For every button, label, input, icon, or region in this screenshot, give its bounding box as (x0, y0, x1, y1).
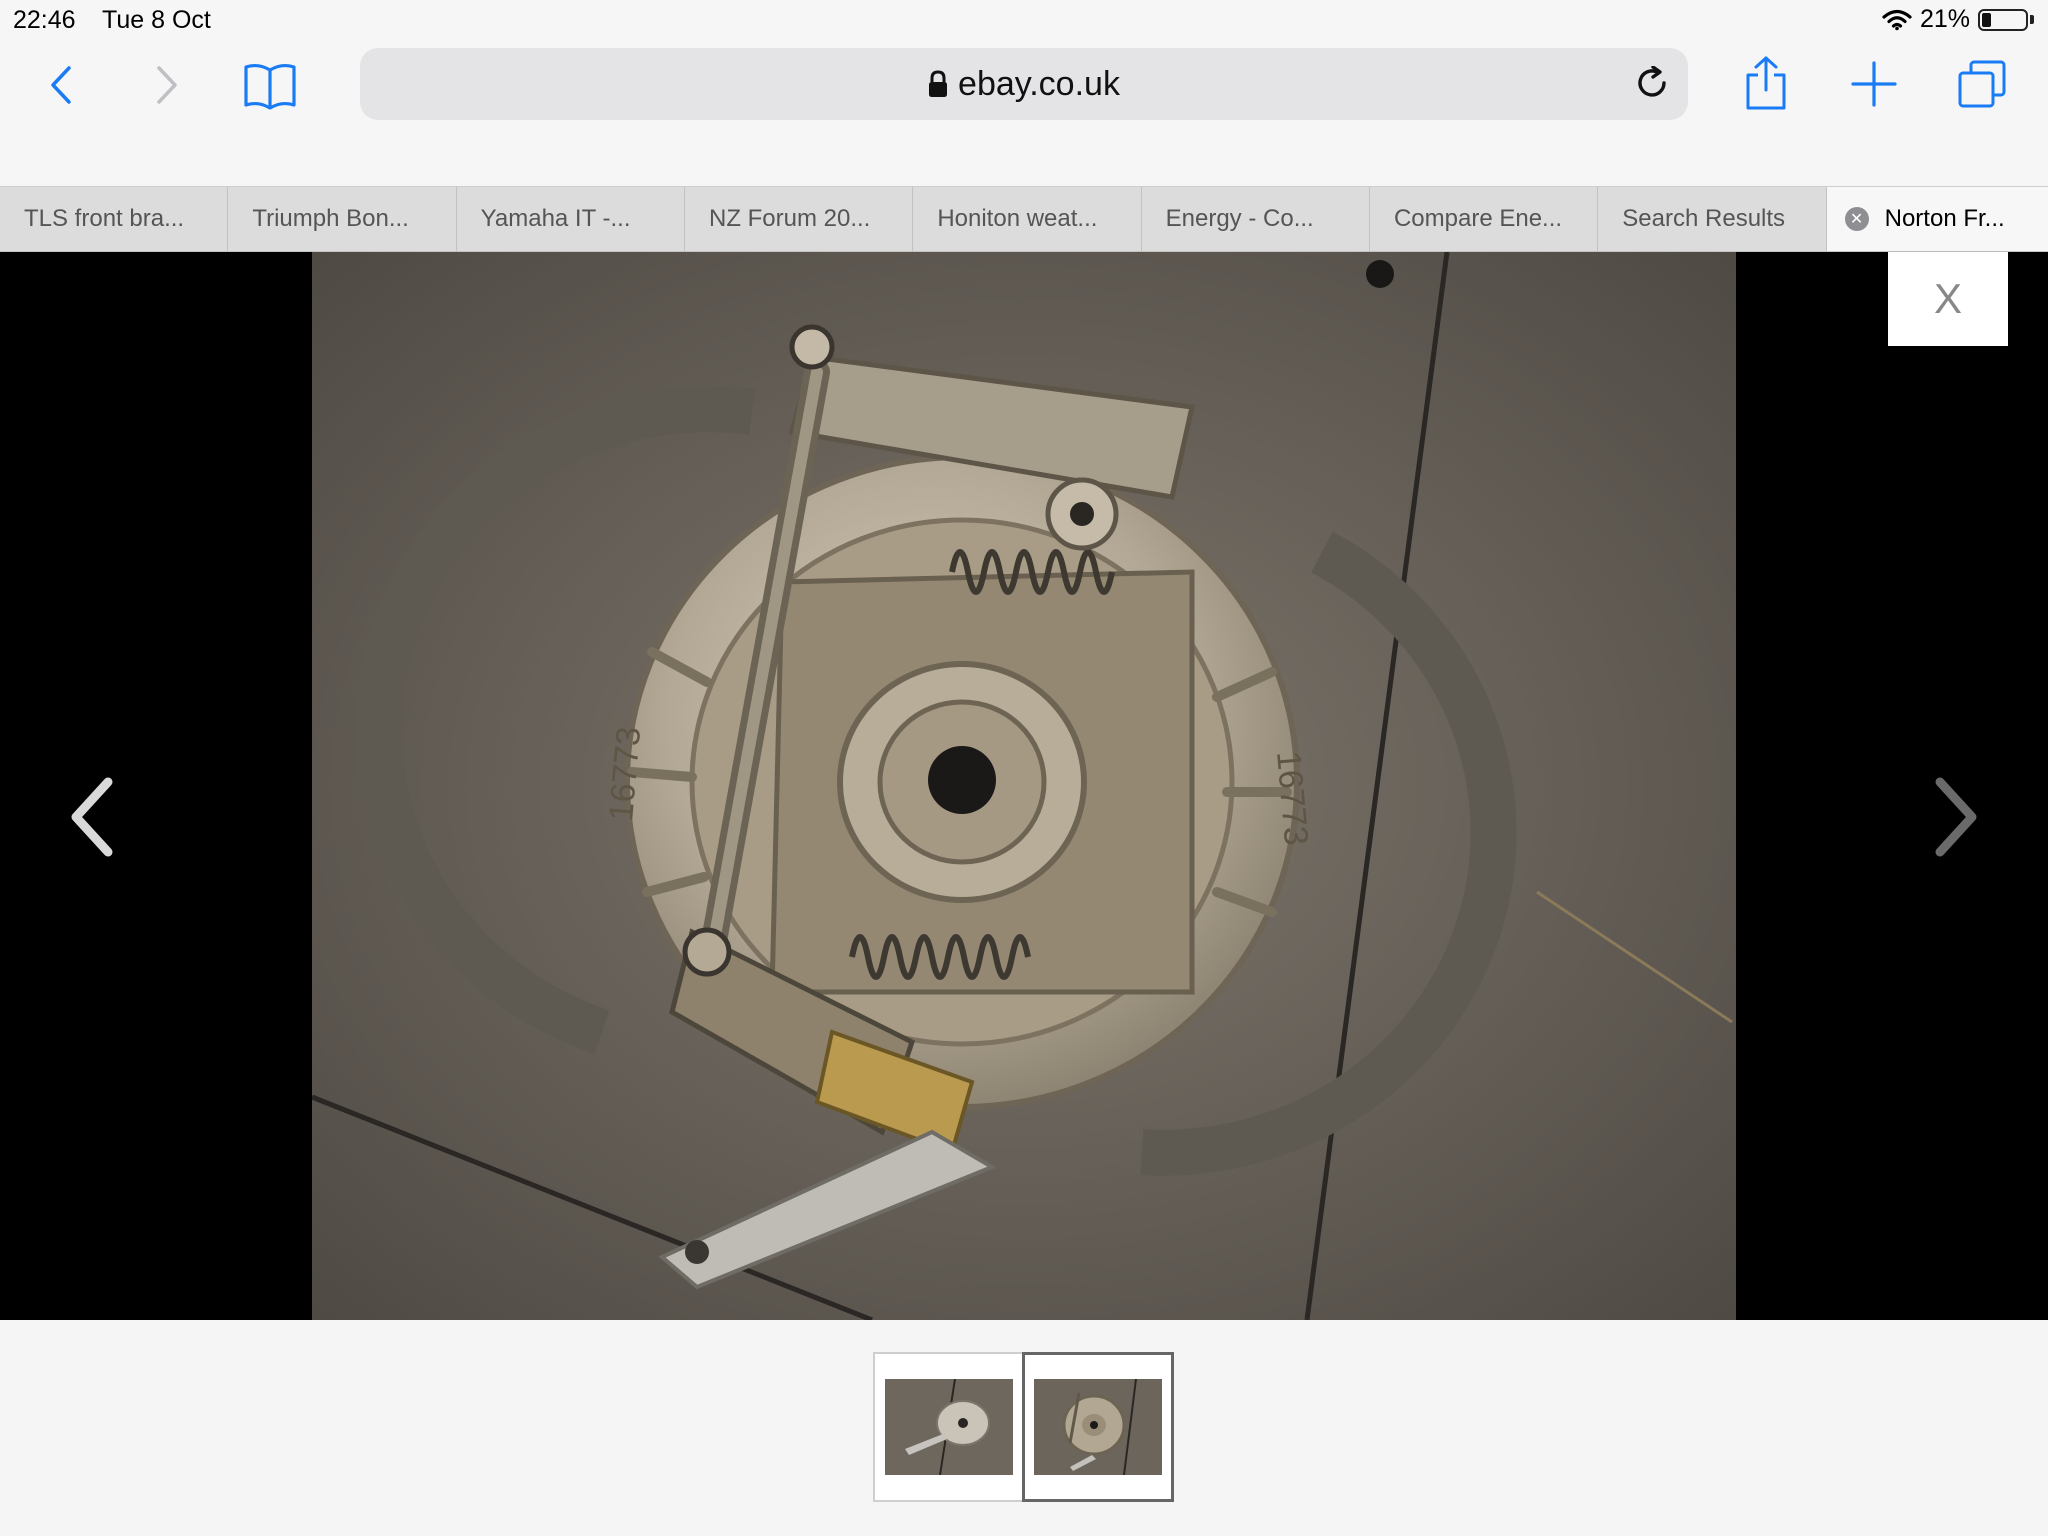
battery-tip (2030, 15, 2034, 24)
chevron-left-icon (71, 777, 113, 857)
tab-search-results[interactable]: Search Results (1598, 187, 1827, 251)
thumbnail-2-image (1034, 1379, 1162, 1475)
thumbnail-strip (0, 1320, 2048, 1536)
tab-triumph[interactable]: Triumph Bon... (228, 187, 457, 251)
status-right: 21% (1882, 5, 2034, 34)
reload-button[interactable] (1636, 65, 1670, 107)
next-image-button[interactable] (1926, 772, 1986, 862)
tab-label: Compare Ene... (1393, 205, 1563, 232)
tab-label: Triumph Bon... (252, 205, 409, 232)
battery-percent: 21% (1919, 5, 1970, 33)
thumbnail-1-image (885, 1379, 1013, 1475)
chevron-right-icon (1935, 777, 1977, 857)
plus-icon (1851, 61, 1897, 107)
close-viewer-button[interactable]: X (1888, 252, 2008, 346)
tab-energy[interactable]: Energy - Co... (1142, 187, 1370, 251)
back-button[interactable] (40, 62, 82, 108)
tab-label: Search Results (1622, 205, 1786, 232)
tab-label: Honiton weat... (937, 205, 1098, 232)
reload-icon (1638, 65, 1666, 97)
share-button[interactable] (1742, 52, 1790, 114)
bookmarks-button[interactable] (240, 56, 300, 116)
tab-compare-energy[interactable]: Compare Ene... (1370, 187, 1599, 251)
tab-honiton-weather[interactable]: Honiton weat... (913, 187, 1142, 251)
status-date: Tue 8 Oct (102, 6, 211, 34)
share-icon (1746, 56, 1786, 110)
wifi-icon (1882, 9, 1912, 30)
tab-strip: TLS front bra... Triumph Bon... Yamaha I… (0, 186, 2048, 252)
tabs-overview-button[interactable] (1956, 58, 2008, 110)
browser-toolbar: ebay.co.uk (0, 42, 2048, 186)
tab-tls-front-brake[interactable]: TLS front bra... (0, 187, 229, 251)
new-tab-button[interactable] (1850, 60, 1898, 108)
forward-button[interactable] (146, 62, 188, 108)
url-text: ebay.co.uk (958, 64, 1120, 103)
thumbnail-1[interactable] (873, 1352, 1025, 1502)
previous-image-button[interactable] (62, 772, 122, 862)
chevron-right-icon (157, 66, 177, 104)
lock-icon (929, 70, 948, 97)
tab-label: Yamaha IT -... (480, 205, 631, 232)
battery-fill (1982, 12, 1991, 27)
status-bar: 22:46 Tue 8 Oct 21% (0, 0, 2048, 42)
tab-norton-active[interactable]: ✕ Norton Fr... (1826, 187, 2048, 251)
image-viewer: 16773 16773 X (0, 252, 2048, 1320)
status-time: 22:46 (13, 6, 76, 34)
tab-nz-forum[interactable]: NZ Forum 20... (685, 187, 914, 251)
book-icon (244, 63, 296, 110)
tab-yamaha[interactable]: Yamaha IT -... (457, 187, 685, 251)
brake-plate-photo: 16773 16773 (312, 252, 1736, 1320)
tab-label: Energy - Co... (1165, 205, 1314, 232)
address-bar[interactable]: ebay.co.uk (360, 48, 1688, 120)
tab-label: NZ Forum 20... (708, 205, 871, 232)
chevron-left-icon (51, 66, 71, 104)
tab-label: Norton Fr... (1884, 205, 2005, 232)
close-viewer-label: X (1933, 275, 1962, 322)
tab-label: TLS front bra... (24, 205, 185, 232)
battery-icon (1978, 8, 2028, 31)
thumbnail-2-selected[interactable] (1022, 1352, 1174, 1502)
close-tab-icon[interactable]: ✕ (1844, 207, 1869, 231)
tabs-icon (1958, 60, 2006, 108)
